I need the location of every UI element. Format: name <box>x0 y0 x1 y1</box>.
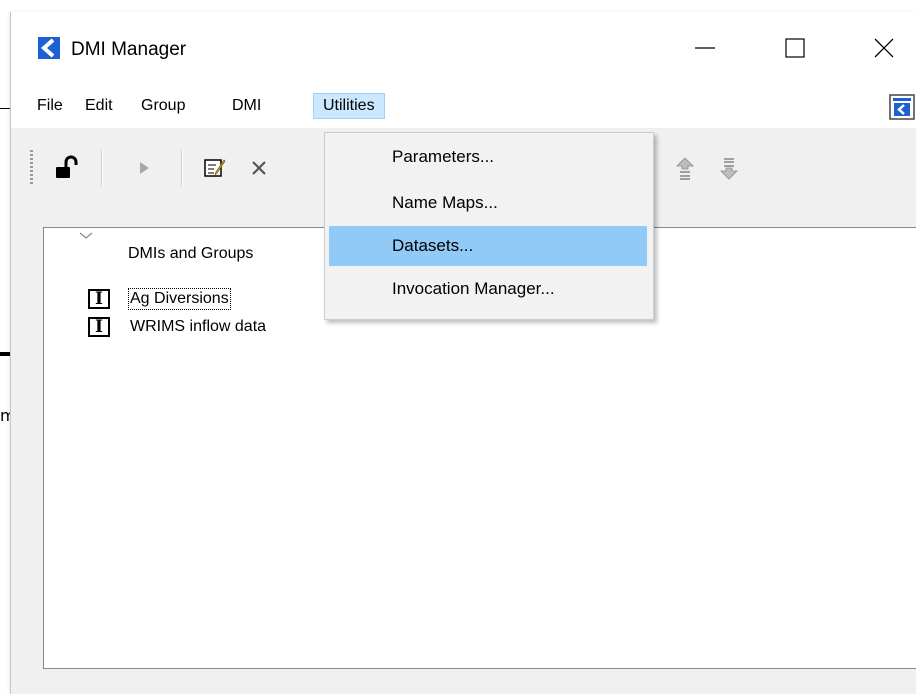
dmi-manager-window: DMI Manager File Edit Group DMI Utilitie… <box>10 12 916 694</box>
menu-file[interactable]: File <box>28 93 72 119</box>
maximize-icon <box>785 38 805 58</box>
background-line <box>0 108 10 109</box>
utilities-dropdown-menu: Parameters... Name Maps... Datasets... I… <box>324 132 654 320</box>
tree-row-label: WRIMS inflow data <box>130 318 267 335</box>
menu-group[interactable]: Group <box>132 93 194 119</box>
menu-item-parameters[interactable]: Parameters... <box>329 137 647 177</box>
mdi-window-icon[interactable] <box>889 94 915 120</box>
maximize-button[interactable] <box>773 30 819 66</box>
menu-item-name-maps[interactable]: Name Maps... <box>329 183 647 223</box>
close-icon <box>874 38 894 58</box>
menu-item-invocation-manager[interactable]: Invocation Manager... <box>329 269 647 309</box>
chevron-down-icon[interactable] <box>78 230 94 242</box>
menu-edit[interactable]: Edit <box>76 93 122 119</box>
menu-dmi[interactable]: DMI <box>223 93 270 119</box>
run-button[interactable] <box>129 152 161 184</box>
edit-icon <box>204 159 226 177</box>
title-bar: DMI Manager <box>11 12 916 84</box>
background-line <box>0 352 10 356</box>
window-title: DMI Manager <box>71 39 187 60</box>
edit-button[interactable] <box>199 152 231 184</box>
toolbar-separator <box>181 150 183 186</box>
minimize-icon <box>695 47 715 49</box>
move-down-icon <box>720 158 738 180</box>
toolbar-separator <box>101 150 103 186</box>
delete-button[interactable] <box>243 152 275 184</box>
column-header-dmis-and-groups[interactable]: DMIs and Groups <box>128 245 253 263</box>
move-down-button[interactable] <box>713 152 745 184</box>
move-up-icon <box>676 157 694 180</box>
tree-row-label: Ag Diversions <box>128 288 231 310</box>
riverware-app-icon <box>38 37 60 59</box>
menu-bar: File Edit Group DMI Utilities <box>11 84 916 128</box>
dmi-item-icon: I <box>88 317 110 337</box>
run-icon <box>140 162 149 174</box>
dmi-item-icon: I <box>88 289 110 309</box>
toolbar-grip[interactable] <box>30 150 33 186</box>
minimize-button[interactable] <box>683 30 729 66</box>
unlock-icon <box>56 155 78 178</box>
menu-utilities[interactable]: Utilities <box>313 93 385 119</box>
menu-item-datasets[interactable]: Datasets... <box>329 226 647 266</box>
close-button[interactable] <box>863 30 909 66</box>
unlock-button[interactable] <box>51 152 83 184</box>
delete-icon <box>252 161 266 175</box>
move-up-button[interactable] <box>669 152 701 184</box>
